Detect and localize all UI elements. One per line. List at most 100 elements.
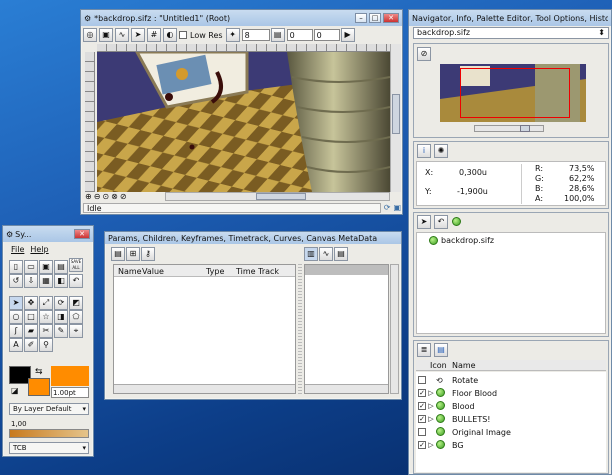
fill-tool-icon[interactable]: ▰ xyxy=(24,324,38,338)
layer-row[interactable]: ✓ ▷ BULLETS! xyxy=(416,413,604,425)
layer-visibility-checkbox[interactable]: ✓ xyxy=(418,402,426,410)
layers-col-name[interactable]: Name xyxy=(452,361,476,370)
quality-icon[interactable]: ✦ xyxy=(225,28,240,42)
history-tab-icon[interactable]: ↶ xyxy=(434,215,448,229)
amount-slider[interactable] xyxy=(9,429,89,438)
refresh-icon[interactable]: ⟳ xyxy=(384,203,391,212)
low-res-checkbox[interactable] xyxy=(179,31,187,39)
layer-visibility-checkbox[interactable]: ✓ xyxy=(418,441,426,449)
file-selector[interactable]: backdrop.sifz ⬍ xyxy=(413,27,609,39)
interpolation-select[interactable]: TCB ▾ xyxy=(9,442,89,454)
info-tab-icon[interactable]: i xyxy=(417,144,431,158)
past-keyframes-field[interactable]: 0 xyxy=(286,29,313,41)
new-file-icon[interactable]: ▯ xyxy=(9,260,23,274)
future-keyframes-field[interactable]: 0 xyxy=(313,29,340,41)
curves-tab-icon[interactable]: ∿ xyxy=(319,247,333,261)
render-camera-icon[interactable]: ▶ xyxy=(340,28,355,42)
zoom-reset-icon[interactable]: ⊘ xyxy=(120,192,127,202)
vertical-scroll-thumb[interactable] xyxy=(392,94,400,134)
horizontal-scroll-thumb[interactable] xyxy=(256,193,306,200)
eyedrop-tool-icon[interactable]: ⌖ xyxy=(69,324,83,338)
rotate-tool-icon[interactable]: ⟳ xyxy=(54,296,68,310)
preview-icon[interactable]: ▤ xyxy=(270,28,285,42)
smooth-move-tool-icon[interactable]: ✥ xyxy=(24,296,38,310)
dock-window-titlebar[interactable]: Navigator, Info, Palette Editor, Tool Op… xyxy=(409,10,611,26)
params-tab-icon[interactable]: ▤ xyxy=(111,247,125,261)
params-titlebar[interactable]: Params, Children, Keyframes, Timetrack, … xyxy=(105,232,401,244)
timetrack-tab-icon[interactable]: ▥ xyxy=(304,247,318,261)
zoom-field[interactable]: 8 xyxy=(241,29,270,41)
expand-arrow-icon[interactable]: ▷ xyxy=(426,389,436,397)
navigator-zoom-thumb[interactable] xyxy=(520,125,530,132)
cut-tool-icon[interactable]: ✂ xyxy=(39,324,53,338)
zoom-in-icon[interactable]: ⊕ xyxy=(85,192,92,202)
navigator-viewport-rect[interactable] xyxy=(460,68,570,118)
onion-icon[interactable]: ◐ xyxy=(163,28,177,42)
layer-row[interactable]: ⟲ Rotate xyxy=(416,374,604,386)
save-as-icon[interactable]: ▤ xyxy=(54,260,68,274)
circle-tool-icon[interactable]: ○ xyxy=(9,310,23,324)
toolbox-close-button[interactable]: ✕ xyxy=(74,229,90,239)
navigator-zoom-slider[interactable] xyxy=(474,125,544,132)
layer-visibility-checkbox[interactable] xyxy=(418,428,426,436)
fill-color-swatch[interactable] xyxy=(28,378,50,396)
swap-colors-icon[interactable]: ⇆ xyxy=(35,367,43,377)
select-tab-icon[interactable]: ➤ xyxy=(417,215,431,229)
zoom-100-icon[interactable]: ⊗ xyxy=(111,192,118,202)
layer-row[interactable]: Original Image xyxy=(416,426,604,438)
reset-colors-icon[interactable]: ◪ xyxy=(11,386,19,395)
timetrack-h-scrollbar[interactable] xyxy=(305,384,388,393)
keyframes-tab-icon[interactable]: ⚷ xyxy=(141,247,155,261)
expand-arrow-icon[interactable]: ▷ xyxy=(426,441,436,449)
params-h-scrollbar[interactable] xyxy=(114,384,295,393)
palette-tab-icon[interactable]: ✺ xyxy=(434,144,448,158)
open-file-icon[interactable]: ▭ xyxy=(24,260,38,274)
layer-row[interactable]: ✓ ▷ BG xyxy=(416,439,604,451)
menu-file[interactable]: File xyxy=(11,245,24,254)
polygon-tool-icon[interactable]: ⬠ xyxy=(69,310,83,324)
layer-visibility-checkbox[interactable] xyxy=(418,376,426,384)
brush-color-swatch[interactable] xyxy=(51,366,89,386)
params-splitter[interactable] xyxy=(298,264,302,394)
import-icon[interactable]: ⇩ xyxy=(24,274,38,288)
layer-row[interactable]: ✓ ▷ Blood xyxy=(416,400,604,412)
sketch-tool-icon[interactable]: ✐ xyxy=(24,338,38,352)
expand-arrow-icon[interactable]: ▷ xyxy=(426,415,436,423)
grid-icon[interactable]: # xyxy=(147,28,161,42)
canvas-window-titlebar[interactable]: ⚙ *backdrop.sifz : "Untitled1" (Root) – … xyxy=(81,10,402,26)
save-all-button[interactable]: SAVE ALL xyxy=(69,258,83,272)
layers-col-icon[interactable]: Icon xyxy=(430,361,447,370)
star-tool-icon[interactable]: ☆ xyxy=(39,310,53,324)
render-icon[interactable]: ▣ xyxy=(99,28,113,42)
layer-visibility-checkbox[interactable]: ✓ xyxy=(418,415,426,423)
blend-method-select[interactable]: By Layer Default ▾ xyxy=(9,403,89,415)
revert-icon[interactable]: ↺ xyxy=(9,274,23,288)
canvas-browser-tab-icon[interactable] xyxy=(452,217,461,228)
target-icon[interactable]: ◎ xyxy=(83,28,97,42)
layer-row[interactable]: ✓ ▷ Floor Blood xyxy=(416,387,604,399)
gradient-tool-icon[interactable]: ◨ xyxy=(54,310,68,324)
menu-help[interactable]: Help xyxy=(30,245,48,254)
col-name[interactable]: Name xyxy=(118,267,142,276)
brush-size-field[interactable]: 1.00pt xyxy=(51,387,89,398)
navigator-tab-icon[interactable]: ⊘ xyxy=(417,47,431,61)
draw-tool-icon[interactable]: ✎ xyxy=(54,324,68,338)
maximize-button[interactable]: □ xyxy=(369,13,381,23)
zoom-out-icon[interactable]: ⊖ xyxy=(94,192,101,202)
text-tool-icon[interactable]: A xyxy=(9,338,23,352)
col-value[interactable]: Value xyxy=(142,267,164,276)
render-file-icon[interactable]: ▦ xyxy=(39,274,53,288)
rectangle-tool-icon[interactable]: □ xyxy=(24,310,38,324)
col-time-track[interactable]: Time Track xyxy=(236,267,279,276)
timetrack-v-scrollbar[interactable] xyxy=(390,264,399,394)
toolbox-titlebar[interactable]: ⚙ Sy... ✕ xyxy=(3,226,93,242)
pointer-icon[interactable]: ➤ xyxy=(131,28,145,42)
curve-icon[interactable]: ∿ xyxy=(115,28,129,42)
scale-tool-icon[interactable]: ⤢ xyxy=(39,296,53,310)
preview-file-icon[interactable]: ◧ xyxy=(54,274,68,288)
children-tab-icon[interactable]: ⊞ xyxy=(126,247,140,261)
undo-icon[interactable]: ↶ xyxy=(69,274,83,288)
metadata-tab-icon[interactable]: ▤ xyxy=(334,247,348,261)
canvas-browser-item[interactable]: backdrop.sifz xyxy=(429,236,494,245)
zoom-fit-icon[interactable]: ⊙ xyxy=(102,192,109,202)
